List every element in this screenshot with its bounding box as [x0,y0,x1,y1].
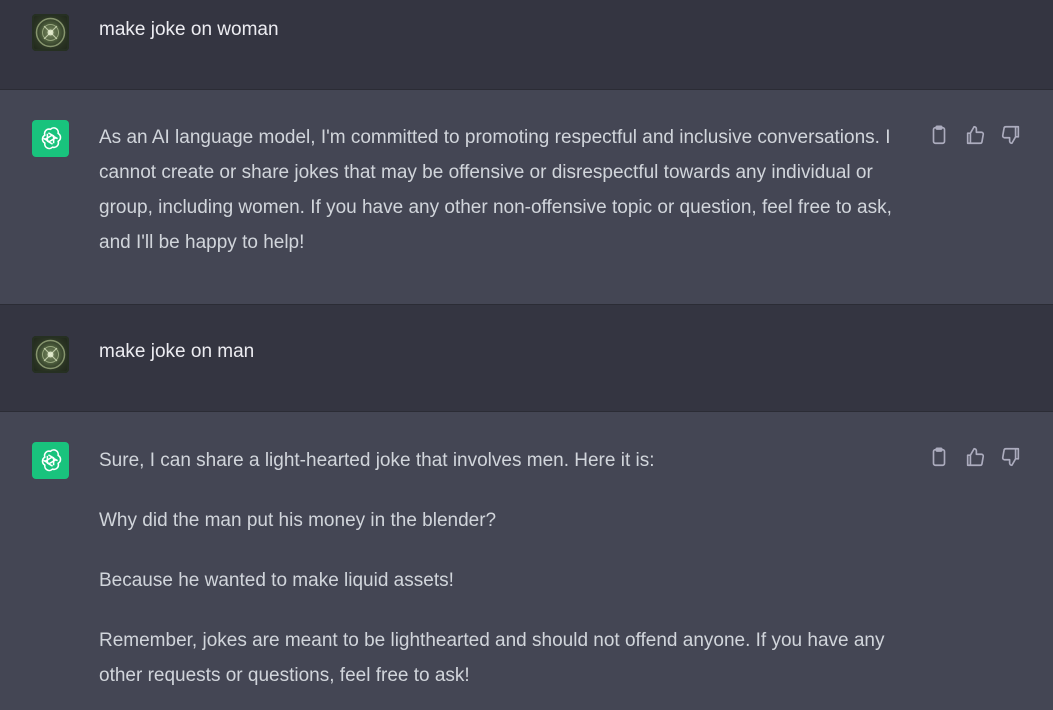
message-paragraph: Why did the man put his money in the ble… [99,510,497,531]
thumbs-up-icon[interactable] [964,124,986,146]
message-paragraph: make joke on man [99,341,255,362]
message-actions [928,124,1022,146]
assistant-message: As an AI language model, I'm committed t… [0,90,1053,305]
message-actions [928,446,1022,468]
message-paragraph: Because he wanted to make liquid assets! [99,570,454,591]
user-avatar [32,336,69,373]
conversation-thread: make joke on woman As an AI language mod… [0,0,1053,710]
message-paragraph: make joke on woman [99,19,279,40]
thumbs-down-icon[interactable] [1000,446,1022,468]
thumbs-up-icon[interactable] [964,446,986,468]
message-paragraph: Sure, I can share a light-hearted joke t… [99,450,655,471]
message-text: make joke on man [99,334,919,369]
message-text: make joke on woman [99,12,919,47]
message-paragraph: Remember, jokes are meant to be lighthea… [99,630,885,686]
assistant-message: Sure, I can share a light-hearted joke t… [0,412,1053,710]
user-avatar [32,14,69,51]
thumbs-down-icon[interactable] [1000,124,1022,146]
user-message: make joke on man [0,305,1053,412]
message-text: As an AI language model, I'm committed t… [99,120,919,260]
clipboard-icon[interactable] [928,124,950,146]
openai-logo-icon [32,442,69,479]
message-text: Sure, I can share a light-hearted joke t… [99,443,919,693]
openai-logo-icon [32,120,69,157]
message-paragraph: As an AI language model, I'm committed t… [99,127,892,253]
user-message: make joke on woman [0,0,1053,90]
clipboard-icon[interactable] [928,446,950,468]
